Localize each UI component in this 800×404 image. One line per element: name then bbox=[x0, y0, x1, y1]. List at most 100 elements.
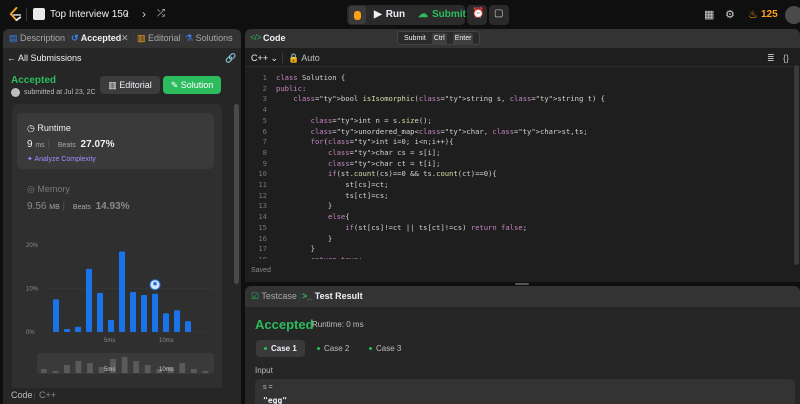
runtime-beats-pct: 27.07% bbox=[80, 139, 115, 150]
line-text: class="ty">int n = s.size(); bbox=[310, 115, 432, 125]
editor-scrollbar[interactable] bbox=[794, 65, 799, 265]
code-line[interactable]: 7 for(class="ty">int i=0; i<n;i++){ bbox=[245, 137, 800, 147]
code-line[interactable]: 14 else{ bbox=[245, 212, 800, 222]
code-line[interactable]: 13 } bbox=[245, 201, 800, 211]
timer-button[interactable]: ⏰ bbox=[467, 5, 487, 25]
post-solution-button[interactable]: ✎ Solution bbox=[163, 76, 221, 94]
chart-bar bbox=[86, 268, 93, 332]
code-line[interactable]: 2 public: bbox=[245, 84, 800, 94]
chart-bar bbox=[163, 313, 170, 332]
saved-status: Saved bbox=[251, 267, 271, 274]
line-number: 7 bbox=[262, 137, 267, 147]
play-icon: ▶ bbox=[374, 9, 382, 20]
input-param-name: s = bbox=[263, 384, 273, 391]
divider bbox=[34, 391, 35, 401]
hint-ctrl-key: Ctrl bbox=[431, 33, 447, 45]
case-1-tab[interactable]: Case 1 bbox=[256, 340, 305, 357]
tab-test-result[interactable]: >_ Test Result bbox=[302, 291, 363, 301]
divider bbox=[282, 53, 283, 63]
code-line[interactable]: 8 class="ty">char cs = s[i]; bbox=[245, 148, 800, 158]
analyze-complexity-link[interactable]: ✦ Analyze Complexity bbox=[27, 155, 96, 163]
divider bbox=[26, 8, 27, 21]
case-3-tab[interactable]: Case 3 bbox=[361, 340, 409, 357]
runtime-label: ◷ Runtime bbox=[27, 123, 71, 133]
problem-list-icon[interactable] bbox=[33, 8, 45, 20]
tab-accepted[interactable]: ↺ Accepted bbox=[71, 33, 121, 44]
problem-list-title[interactable]: Top Interview 150 bbox=[50, 9, 128, 20]
arrow-left-icon: ← bbox=[7, 53, 16, 63]
runtime-value: 9 ms | Beats 27.07% bbox=[27, 139, 115, 150]
notes-button[interactable]: ▢ bbox=[489, 5, 509, 25]
user-avatar[interactable] bbox=[785, 6, 800, 24]
line-number: 18 bbox=[245, 255, 267, 259]
code-line[interactable]: 6 class="ty">unordered_map<class="ty">ch… bbox=[245, 127, 800, 137]
code-line[interactable]: 18 return true; bbox=[245, 255, 800, 259]
line-number: 13 bbox=[258, 201, 267, 211]
code-line[interactable]: 4 bbox=[245, 105, 800, 115]
tab-description[interactable]: ▤ Description bbox=[9, 33, 65, 44]
chart-bar bbox=[185, 321, 192, 332]
alarm-icon: ⏰ bbox=[472, 8, 485, 19]
flame-icon[interactable]: ♨ bbox=[748, 8, 758, 21]
range-label: 5ms bbox=[104, 367, 115, 373]
range-bar bbox=[202, 371, 209, 373]
shuffle-icon[interactable]: ⤮ bbox=[157, 7, 165, 21]
run-button[interactable]: ▶ Run bbox=[370, 6, 409, 24]
tab-testcase[interactable]: ☑ Testcase bbox=[251, 291, 297, 302]
gear-icon[interactable]: ⚙ bbox=[725, 8, 735, 21]
language-select[interactable]: C++ ⌄ bbox=[251, 53, 278, 64]
scrollbar[interactable] bbox=[234, 104, 239, 284]
line-number: 3 bbox=[262, 94, 267, 104]
leetcode-logo-icon[interactable] bbox=[8, 7, 23, 22]
streak-count[interactable]: 125 bbox=[761, 9, 778, 20]
code-line[interactable]: 9 class="ty">char ct = t[i]; bbox=[245, 159, 800, 169]
line-text: st[cs]=ct; bbox=[276, 180, 389, 189]
editorial-button[interactable]: ▥ Editorial bbox=[100, 76, 160, 94]
line-text: } bbox=[276, 201, 333, 211]
code-line[interactable]: 15 if(st[cs]!=ct || ts[ct]!=cs) return f… bbox=[245, 223, 800, 233]
code-label: Code bbox=[11, 390, 33, 400]
line-number: 15 bbox=[258, 222, 267, 232]
line-text: class="ty">bool isIsomorphic(class="ty">… bbox=[293, 94, 605, 104]
line-number: 6 bbox=[262, 126, 267, 136]
tab-solutions[interactable]: ⚗ Solutions bbox=[185, 33, 233, 44]
back-to-submissions[interactable]: ← All Submissions bbox=[7, 53, 82, 63]
submission-status: Accepted bbox=[11, 75, 57, 86]
tab-editorial[interactable]: ▥ Editorial bbox=[137, 33, 181, 44]
line-text: if(st[cs]!=ct || ts[ct]!=cs) return fals… bbox=[345, 222, 528, 232]
close-icon[interactable]: ✕ bbox=[121, 33, 129, 44]
format-icon[interactable]: ≣ bbox=[767, 53, 775, 64]
code-line[interactable]: 5 class="ty">int n = s.size(); bbox=[245, 116, 800, 126]
code-line[interactable]: 3 class="ty">bool isIsomorphic(class="ty… bbox=[245, 94, 800, 104]
sparkle-icon: ✦ bbox=[27, 156, 33, 163]
code-line[interactable]: 16 } bbox=[245, 234, 800, 244]
range-label: 10ms bbox=[159, 367, 174, 373]
share-link-icon[interactable]: 🔗 bbox=[225, 53, 236, 64]
code-editor[interactable]: 1 class Solution {2 public: 3 class="ty">bo… bbox=[245, 71, 800, 259]
case-2-tab[interactable]: Case 2 bbox=[309, 340, 357, 357]
autocomplete-toggle[interactable]: 🔒 Auto bbox=[288, 53, 320, 64]
line-number: 9 bbox=[262, 158, 267, 168]
layout-grid-icon[interactable]: ▦ bbox=[704, 8, 714, 21]
drag-grip[interactable] bbox=[515, 283, 529, 285]
code-line[interactable]: 17 } bbox=[245, 244, 800, 254]
chart-bar bbox=[119, 251, 126, 332]
debug-button[interactable] bbox=[349, 6, 366, 24]
chevron-left-icon[interactable]: ‹ bbox=[125, 7, 129, 21]
memory-label[interactable]: ◎ Memory bbox=[27, 184, 70, 195]
code-line[interactable]: 12 ts[ct]=cs; bbox=[245, 191, 800, 201]
code-line[interactable]: 1 class Solution { bbox=[245, 73, 800, 83]
bracket-icon[interactable]: {} bbox=[783, 53, 789, 63]
result-runtime: Runtime: 0 ms bbox=[312, 320, 364, 329]
note-icon: ▢ bbox=[494, 8, 504, 19]
left-tab-bar: ▤ Description ↺ Accepted ✕ ▥ Editorial ⚗… bbox=[3, 29, 241, 48]
code-line[interactable]: 11 st[cs]=ct; bbox=[245, 180, 800, 190]
y-tick-label: 20% bbox=[26, 243, 39, 249]
code-line[interactable]: 10 if(st.count(cs)==0 && ts.count(ct)==0… bbox=[245, 169, 800, 179]
hint-submit: Submit bbox=[404, 35, 426, 42]
chevron-right-icon[interactable]: › bbox=[142, 7, 146, 21]
input-label: Input bbox=[255, 366, 273, 375]
submit-button[interactable]: ☁ Submit bbox=[414, 6, 470, 24]
runtime-distribution-chart[interactable]: 20% 10% 0% 5ms 10ms 5ms 10ms bbox=[17, 233, 221, 403]
book-icon: ▥ bbox=[108, 80, 117, 90]
